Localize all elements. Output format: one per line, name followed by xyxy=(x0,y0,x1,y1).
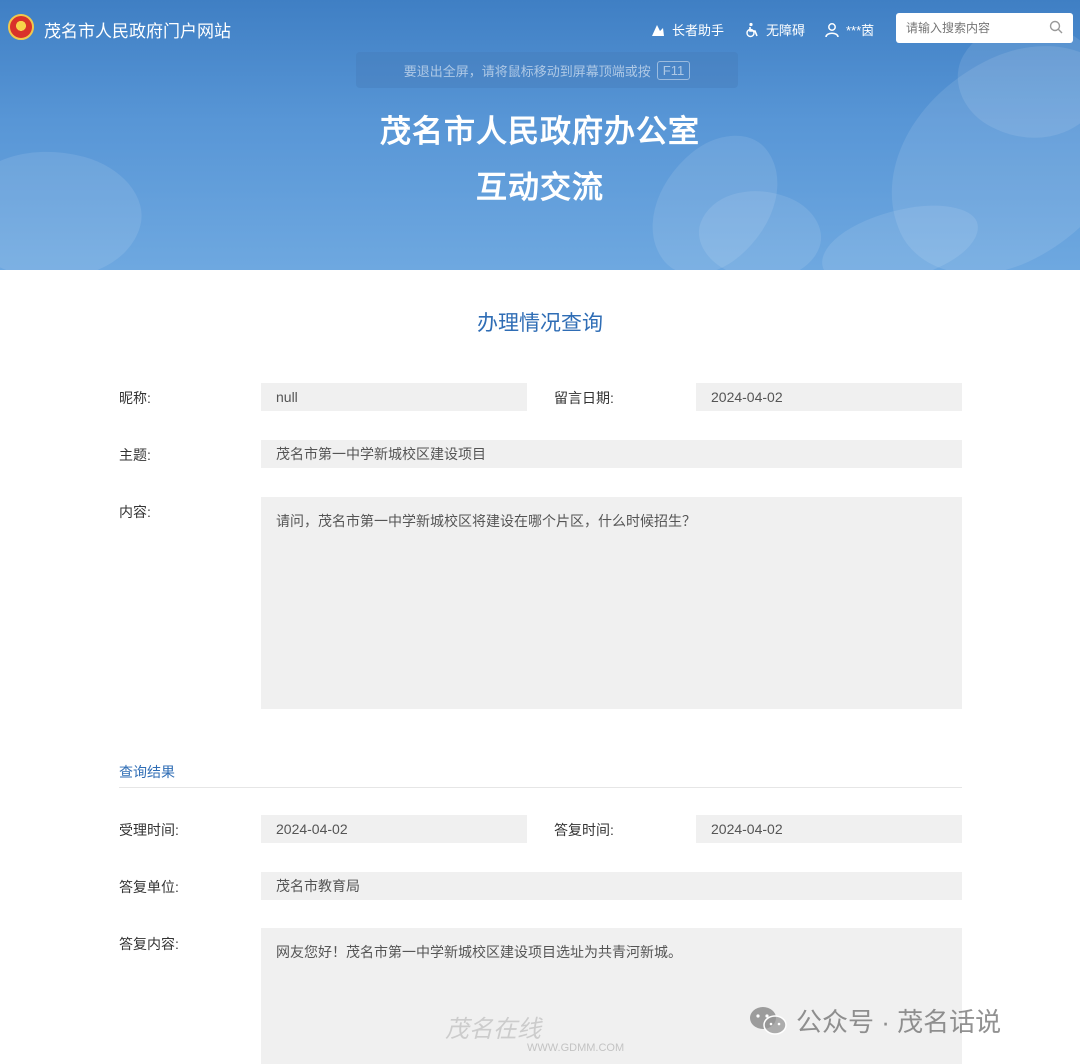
site-name[interactable]: 茂名市人民政府门户网站 xyxy=(44,17,231,42)
wechat-icon xyxy=(750,1006,787,1035)
top-bar: 茂名市人民政府门户网站 长者助手 无障碍 ***茵 xyxy=(0,0,1080,54)
wheelchair-icon xyxy=(746,22,758,37)
search-box xyxy=(896,13,1073,43)
message-date-label: 留言日期: xyxy=(554,390,614,406)
wechat-account-name: 公众号 · 茂名话说 xyxy=(796,1007,1002,1037)
nickname-field: null xyxy=(261,383,527,411)
accept-time-field: 2024-04-02 xyxy=(261,815,527,843)
banner-subtitle: 互动交流 xyxy=(476,170,604,205)
elder-assistant-label: 长者助手 xyxy=(672,23,725,38)
user-icon xyxy=(825,22,839,37)
gdmm-brand: 茂名在线 xyxy=(445,1016,541,1043)
reply-unit-field: 茂名市教育局 xyxy=(261,872,962,900)
page-title: 办理情况查询 xyxy=(477,312,603,335)
accessibility-label: 无障碍 xyxy=(766,23,806,38)
user-name: ***茵 xyxy=(846,23,875,38)
subject-field: 茂名市第一中学新城校区建设项目 xyxy=(261,440,962,468)
content-label: 内容: xyxy=(119,504,151,520)
elder-assistant-button[interactable]: 长者助手 xyxy=(650,20,724,39)
wechat-watermark: 公众号 · 茂名话说 xyxy=(748,1002,1001,1039)
gdmm-watermark: 茂名在线 WWW.GDMM.COM xyxy=(445,1016,625,1055)
message-date-field: 2024-04-02 xyxy=(696,383,962,411)
gdmm-url: WWW.GDMM.COM xyxy=(527,1042,625,1054)
reply-unit-label: 答复单位: xyxy=(119,879,179,895)
subject-label: 主题: xyxy=(119,447,151,463)
content-field: 请问，茂名市第一中学新城校区将建设在哪个片区，什么时候招生？ xyxy=(261,497,962,709)
banner: 茂名市人民政府门户网站 长者助手 无障碍 ***茵 要退出全屏，请将鼠标移动到屏… xyxy=(0,0,1080,270)
accept-time-label: 受理时间: xyxy=(119,822,179,838)
nickname-label: 昵称: xyxy=(119,390,151,406)
fullscreen-hint-text: 要退出全屏，请将鼠标移动到屏幕顶端或按 xyxy=(403,63,651,79)
reply-content-label: 答复内容: xyxy=(119,936,179,952)
search-input[interactable] xyxy=(896,21,1041,35)
accessibility-button[interactable]: 无障碍 xyxy=(744,20,805,39)
national-emblem-icon[interactable] xyxy=(8,14,34,40)
fullscreen-hint-key: F11 xyxy=(656,60,691,80)
user-account-button[interactable]: ***茵 xyxy=(824,20,874,39)
query-result-heading: 查询结果 xyxy=(119,764,175,780)
elder-icon xyxy=(652,24,664,36)
search-icon[interactable] xyxy=(1049,20,1063,34)
section-divider xyxy=(119,787,962,788)
reply-time-field: 2024-04-02 xyxy=(696,815,962,843)
banner-title: 茂名市人民政府办公室 xyxy=(380,114,700,149)
fullscreen-hint: 要退出全屏，请将鼠标移动到屏幕顶端或按 F11 xyxy=(356,52,738,88)
reply-time-label: 答复时间: xyxy=(554,822,614,838)
